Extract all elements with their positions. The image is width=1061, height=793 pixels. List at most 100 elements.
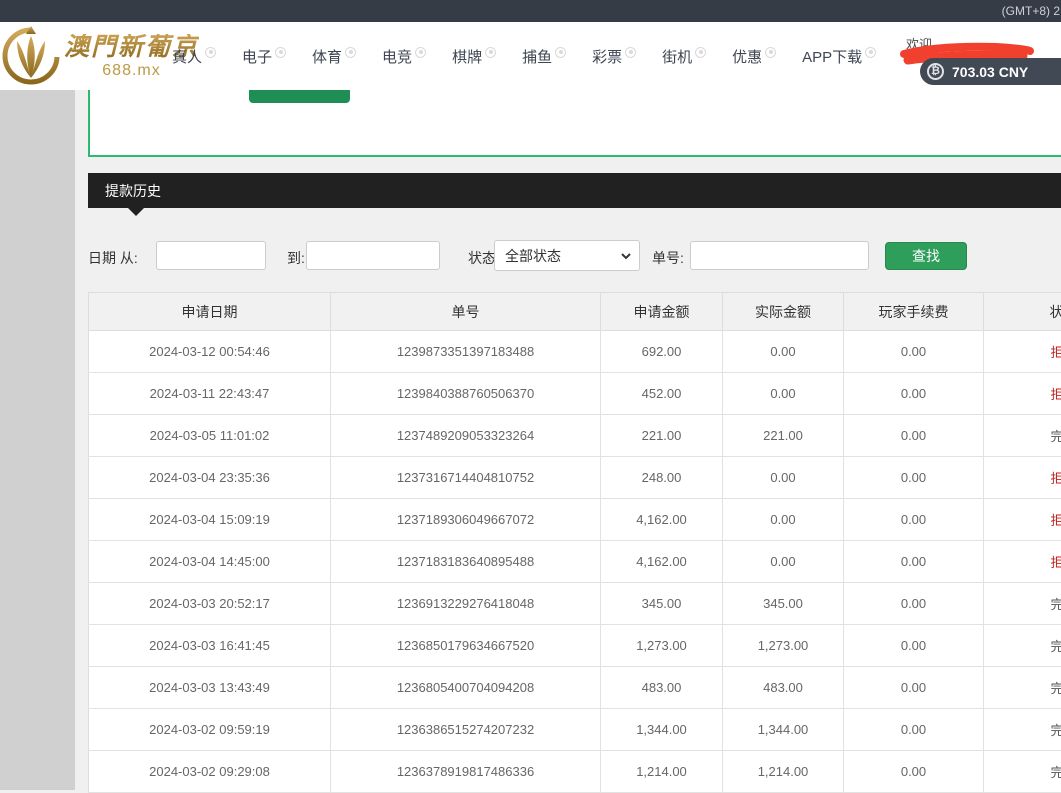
cell-fee: 0.00 xyxy=(844,331,984,373)
withdraw-form-panel xyxy=(88,90,1061,157)
cell-status: 完成 xyxy=(984,667,1061,709)
cell-amount: 345.00 xyxy=(601,583,723,625)
table-column-header: 状态 xyxy=(984,293,1061,331)
cell-fee: 0.00 xyxy=(844,667,984,709)
cell-amount: 452.00 xyxy=(601,373,723,415)
balance-pill[interactable]: ₿ 703.03 CNY xyxy=(920,58,1061,85)
table-row: 2024-03-02 09:29:08 1236378919817486336 … xyxy=(89,751,1061,793)
cell-status: 完成 xyxy=(984,583,1061,625)
search-button[interactable]: 查找 xyxy=(885,242,967,270)
nav-dropdown-circle-icon xyxy=(345,47,356,58)
cell-actual: 0.00 xyxy=(723,331,844,373)
nav-item[interactable]: 电子 xyxy=(242,46,286,67)
nav-dropdown-circle-icon xyxy=(205,47,216,58)
table-column-header: 实际金额 xyxy=(723,293,844,331)
nav-item-label: APP下载 xyxy=(802,49,862,66)
cell-fee: 0.00 xyxy=(844,625,984,667)
filter-bar: 日期 从: 到: 状态: 全部状态 单号: 查找 xyxy=(88,240,1061,272)
cell-date: 2024-03-04 14:45:00 xyxy=(89,541,331,583)
nav-item-label: 优惠 xyxy=(732,49,762,66)
balance-amount: 703.03 CNY xyxy=(952,64,1028,80)
withdraw-history-table: 申请日期 单号 申请金额 实际金额 玩家手续费 状态 2024-03-12 00… xyxy=(88,292,1061,793)
main-nav: 真人 电子 体育 电竞 棋牌 捕鱼 彩票 街机 优惠 APP下载 xyxy=(172,22,876,90)
submit-button-cutoff[interactable] xyxy=(249,90,350,103)
tab-pointer-icon xyxy=(128,208,144,216)
cell-date: 2024-03-11 22:43:47 xyxy=(89,373,331,415)
nav-item[interactable]: 真人 xyxy=(172,46,216,67)
cell-fee: 0.00 xyxy=(844,751,984,793)
order-input[interactable] xyxy=(690,241,869,270)
cell-order: 1236378919817486336 xyxy=(331,751,601,793)
nav-item-label: 电竞 xyxy=(382,49,412,66)
cell-date: 2024-03-04 15:09:19 xyxy=(89,499,331,541)
cell-fee: 0.00 xyxy=(844,457,984,499)
site-logo[interactable]: 澳門新葡京 688.mx xyxy=(0,24,199,90)
cell-status: 拒绝 xyxy=(984,541,1061,583)
left-gutter xyxy=(0,90,75,790)
cell-date: 2024-03-12 00:54:46 xyxy=(89,331,331,373)
nav-item[interactable]: 捕鱼 xyxy=(522,46,566,67)
date-from-input[interactable] xyxy=(156,241,266,270)
nav-dropdown-circle-icon xyxy=(765,47,776,58)
cell-actual: 0.00 xyxy=(723,541,844,583)
nav-item[interactable]: 街机 xyxy=(662,46,706,67)
cell-amount: 1,273.00 xyxy=(601,625,723,667)
cell-status: 完成 xyxy=(984,709,1061,751)
status-select[interactable]: 全部状态 xyxy=(494,240,640,271)
cell-fee: 0.00 xyxy=(844,541,984,583)
cell-fee: 0.00 xyxy=(844,499,984,541)
cell-date: 2024-03-03 13:43:49 xyxy=(89,667,331,709)
bitcoin-icon: ₿ xyxy=(927,63,944,80)
cell-amount: 4,162.00 xyxy=(601,499,723,541)
cell-date: 2024-03-02 09:29:08 xyxy=(89,751,331,793)
cell-order: 1239873351397183488 xyxy=(331,331,601,373)
nav-item-label: 棋牌 xyxy=(452,49,482,66)
table-header-row: 申请日期 单号 申请金额 实际金额 玩家手续费 状态 xyxy=(89,293,1061,331)
cell-order: 1237183183640895488 xyxy=(331,541,601,583)
cell-fee: 0.00 xyxy=(844,415,984,457)
order-label: 单号: xyxy=(652,248,684,268)
nav-item[interactable]: 优惠 xyxy=(732,46,776,67)
cell-status: 拒绝 xyxy=(984,457,1061,499)
nav-item-label: 街机 xyxy=(662,49,692,66)
cell-actual: 1,214.00 xyxy=(723,751,844,793)
cell-amount: 248.00 xyxy=(601,457,723,499)
cell-order: 1237489209053323264 xyxy=(331,415,601,457)
cell-fee: 0.00 xyxy=(844,373,984,415)
nav-item[interactable]: 彩票 xyxy=(592,46,636,67)
table-row: 2024-03-04 14:45:00 1237183183640895488 … xyxy=(89,541,1061,583)
table-column-header: 申请日期 xyxy=(89,293,331,331)
cell-amount: 1,214.00 xyxy=(601,751,723,793)
table-row: 2024-03-12 00:54:46 1239873351397183488 … xyxy=(89,331,1061,373)
nav-item[interactable]: 体育 xyxy=(312,46,356,67)
date-to-input[interactable] xyxy=(306,241,440,270)
nav-dropdown-circle-icon xyxy=(485,47,496,58)
cell-actual: 1,273.00 xyxy=(723,625,844,667)
cell-actual: 221.00 xyxy=(723,415,844,457)
nav-dropdown-circle-icon xyxy=(695,47,706,58)
lotus-logo-icon xyxy=(0,24,62,90)
nav-item[interactable]: APP下载 xyxy=(802,46,876,67)
cell-actual: 0.00 xyxy=(723,457,844,499)
cell-amount: 692.00 xyxy=(601,331,723,373)
date-from-label: 日期 从: xyxy=(88,248,138,268)
table-row: 2024-03-03 20:52:17 1236913229276418048 … xyxy=(89,583,1061,625)
nav-item[interactable]: 棋牌 xyxy=(452,46,496,67)
nav-dropdown-circle-icon xyxy=(415,47,426,58)
cell-date: 2024-03-04 23:35:36 xyxy=(89,457,331,499)
nav-item-label: 体育 xyxy=(312,49,342,66)
cell-fee: 0.00 xyxy=(844,709,984,751)
nav-item-label: 真人 xyxy=(172,49,202,66)
table-row: 2024-03-04 23:35:36 1237316714404810752 … xyxy=(89,457,1061,499)
nav-item[interactable]: 电竞 xyxy=(382,46,426,67)
cell-amount: 4,162.00 xyxy=(601,541,723,583)
cell-order: 1236386515274207232 xyxy=(331,709,601,751)
nav-item-label: 彩票 xyxy=(592,49,622,66)
cell-status: 完成 xyxy=(984,415,1061,457)
cell-actual: 0.00 xyxy=(723,499,844,541)
cell-order: 1236913229276418048 xyxy=(331,583,601,625)
table-row: 2024-03-02 09:59:19 1236386515274207232 … xyxy=(89,709,1061,751)
nav-dropdown-circle-icon xyxy=(625,47,636,58)
panel-title: 提款历史 xyxy=(105,181,161,201)
nav-dropdown-circle-icon xyxy=(555,47,566,58)
